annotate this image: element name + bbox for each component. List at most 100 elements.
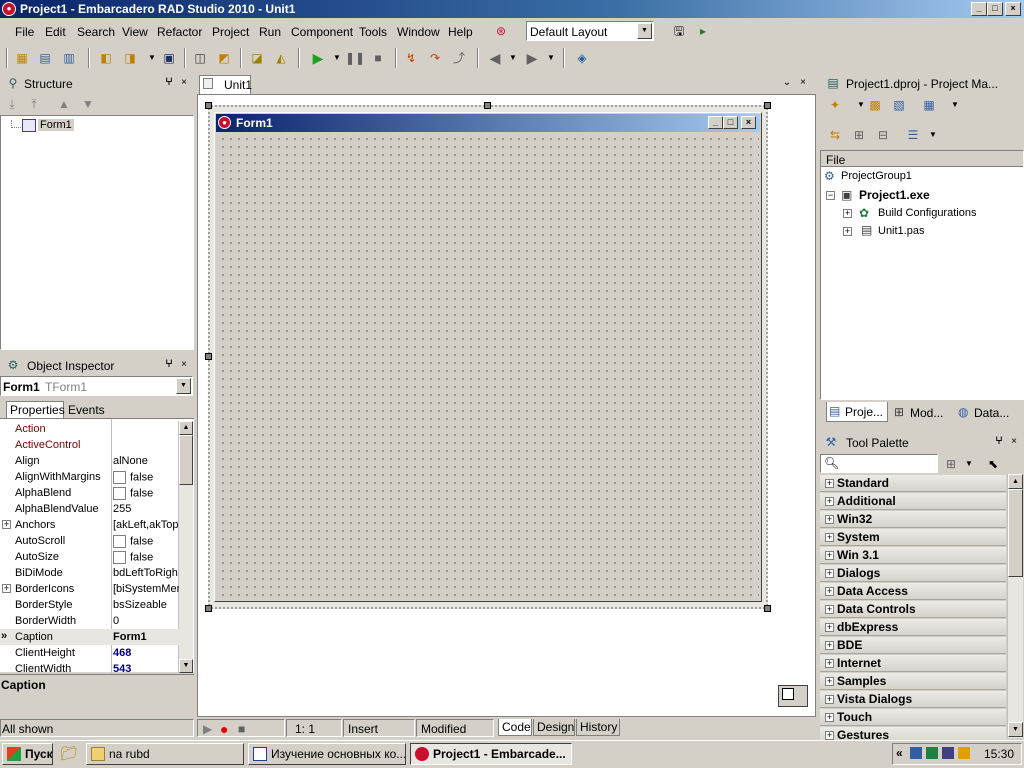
- tree-item-project1-exe[interactable]: Project1.exe: [859, 188, 930, 202]
- tab-model[interactable]: ⊞ Mod...: [892, 403, 952, 422]
- taskbar-button-word[interactable]: Изучение основных ко...: [248, 743, 406, 765]
- tab-data[interactable]: ◍ Data...: [956, 403, 1020, 422]
- property-value[interactable]: bsSizeable: [113, 599, 179, 611]
- property-value[interactable]: Form1: [113, 631, 179, 643]
- property-row[interactable]: AlphaBlend false: [0, 485, 180, 501]
- property-row[interactable]: BorderStyle bsSizeable: [0, 597, 180, 613]
- form1-window[interactable]: ● Form1 _ □ ×: [214, 112, 762, 602]
- scroll-thumb[interactable]: [1008, 489, 1023, 577]
- layout-combo[interactable]: Default Layout ▼: [526, 21, 654, 41]
- expand-icon[interactable]: +: [825, 551, 834, 560]
- palette-category[interactable]: + BDE: [820, 637, 1006, 654]
- app-logo-icon[interactable]: ●: [2, 2, 16, 16]
- property-row[interactable]: ActiveControl: [0, 437, 180, 453]
- sync-icon[interactable]: ⇆: [826, 126, 844, 144]
- close-icon[interactable]: ×: [178, 77, 190, 89]
- tab-history[interactable]: History: [576, 719, 620, 736]
- reopen-icon[interactable]: ▥: [60, 49, 78, 67]
- palette-category[interactable]: + Additional: [820, 493, 1006, 510]
- menu-run[interactable]: Run: [259, 25, 281, 39]
- property-value[interactable]: false: [113, 471, 179, 484]
- back-arrow-icon[interactable]: ◀: [486, 49, 504, 67]
- move-down-icon[interactable]: ▼: [79, 95, 97, 113]
- property-row[interactable]: + Anchors [akLeft,akTop: [0, 517, 180, 533]
- help-ring-icon[interactable]: ⊛: [492, 22, 510, 40]
- menu-project[interactable]: Project: [212, 25, 249, 39]
- expand-icon[interactable]: +: [825, 515, 834, 524]
- palette-category[interactable]: + System: [820, 529, 1006, 546]
- tab-project[interactable]: ▤ Proje...: [826, 402, 888, 422]
- new-folder-icon[interactable]: ▩: [866, 96, 884, 114]
- expand-icon[interactable]: +: [2, 584, 11, 593]
- collapse-icon[interactable]: −: [826, 191, 835, 200]
- collapse-all-icon[interactable]: ⤒: [25, 95, 43, 113]
- property-row[interactable]: AlphaBlendValue 255: [0, 501, 180, 517]
- property-value[interactable]: 255: [113, 503, 179, 515]
- expand-icon[interactable]: +: [2, 520, 11, 529]
- expand-icon[interactable]: +: [843, 227, 852, 236]
- property-value[interactable]: alNone: [113, 455, 179, 467]
- chevron-down-icon[interactable]: ⌄: [781, 77, 793, 89]
- property-value[interactable]: false: [113, 487, 179, 500]
- chevron-down-icon[interactable]: ▼: [960, 455, 978, 473]
- taskbar-button-project1[interactable]: Project1 - Embarcade...: [410, 743, 572, 765]
- tree-item-projectgroup1[interactable]: ProjectGroup1: [841, 170, 912, 182]
- expand-icon[interactable]: +: [825, 479, 834, 488]
- clock[interactable]: 15:30: [984, 747, 1014, 761]
- sort-icon[interactable]: ☰: [904, 126, 922, 144]
- palette-category[interactable]: + Samples: [820, 673, 1006, 690]
- trace-icon[interactable]: ⤴: [450, 49, 468, 67]
- set-debug-desktop-icon[interactable]: ▸: [694, 22, 712, 40]
- menu-edit[interactable]: Edit: [45, 25, 66, 39]
- palette-category[interactable]: + Internet: [820, 655, 1006, 672]
- resize-handle[interactable]: [205, 353, 212, 360]
- pointer-icon[interactable]: ⬉: [984, 455, 1002, 473]
- palette-category[interactable]: + Win32: [820, 511, 1006, 528]
- pause-icon[interactable]: ❚❚: [345, 49, 365, 67]
- chevron-down-icon[interactable]: ▼: [328, 49, 346, 67]
- help-book-icon[interactable]: ◈: [573, 49, 591, 67]
- tab-events[interactable]: Events: [66, 402, 106, 418]
- new-form-icon[interactable]: ◧: [97, 49, 115, 67]
- property-row[interactable]: BorderWidth 0: [0, 613, 180, 629]
- menu-tools[interactable]: Tools: [359, 25, 387, 39]
- palette-search-input[interactable]: 🔍︎: [820, 454, 938, 473]
- expand-icon[interactable]: +: [825, 731, 834, 740]
- forward-arrow-icon[interactable]: ▶: [523, 49, 541, 67]
- property-checkbox[interactable]: [113, 535, 126, 548]
- step-over-icon[interactable]: ↷: [426, 49, 444, 67]
- categories-icon[interactable]: ⊞: [942, 455, 960, 473]
- property-checkbox[interactable]: [113, 471, 126, 484]
- menu-help[interactable]: Help: [448, 25, 473, 39]
- macro-play-icon[interactable]: ▶: [203, 722, 212, 736]
- palette-category[interactable]: + Win 3.1: [820, 547, 1006, 564]
- menu-window[interactable]: Window: [397, 25, 440, 39]
- property-row[interactable]: Action: [0, 421, 180, 437]
- form1-client-area[interactable]: [219, 135, 759, 599]
- tray-expand-icon[interactable]: «: [896, 746, 903, 760]
- palette-category[interactable]: + Standard: [820, 475, 1006, 492]
- menu-file[interactable]: File: [15, 25, 34, 39]
- resize-handle[interactable]: [205, 605, 212, 612]
- property-row[interactable]: ClientHeight 468: [0, 645, 180, 661]
- menu-component[interactable]: Component: [291, 25, 353, 39]
- expand-icon[interactable]: +: [825, 695, 834, 704]
- expand-icon[interactable]: +: [825, 497, 834, 506]
- tree-item-build-configurations[interactable]: Build Configurations: [878, 207, 976, 219]
- scroll-down-icon[interactable]: ▼: [1008, 722, 1023, 737]
- menu-search[interactable]: Search: [77, 25, 115, 39]
- resize-handle[interactable]: [484, 102, 491, 109]
- expand-icon[interactable]: +: [825, 659, 834, 668]
- property-checkbox[interactable]: [113, 551, 126, 564]
- remove-from-project-icon[interactable]: ◭: [272, 49, 290, 67]
- menu-view[interactable]: View: [122, 25, 148, 39]
- resize-handle[interactable]: [764, 605, 771, 612]
- show-desktop-icon[interactable]: 📁︎: [60, 745, 78, 762]
- add-to-project-icon[interactable]: ◪: [248, 49, 266, 67]
- close-icon[interactable]: ×: [1008, 436, 1020, 448]
- move-up-icon[interactable]: ▲: [55, 95, 73, 113]
- remove-icon[interactable]: ▧: [890, 96, 908, 114]
- macro-stop-icon[interactable]: ■: [238, 722, 245, 736]
- expand-icon[interactable]: +: [825, 569, 834, 578]
- property-row[interactable]: AutoScroll false: [0, 533, 180, 549]
